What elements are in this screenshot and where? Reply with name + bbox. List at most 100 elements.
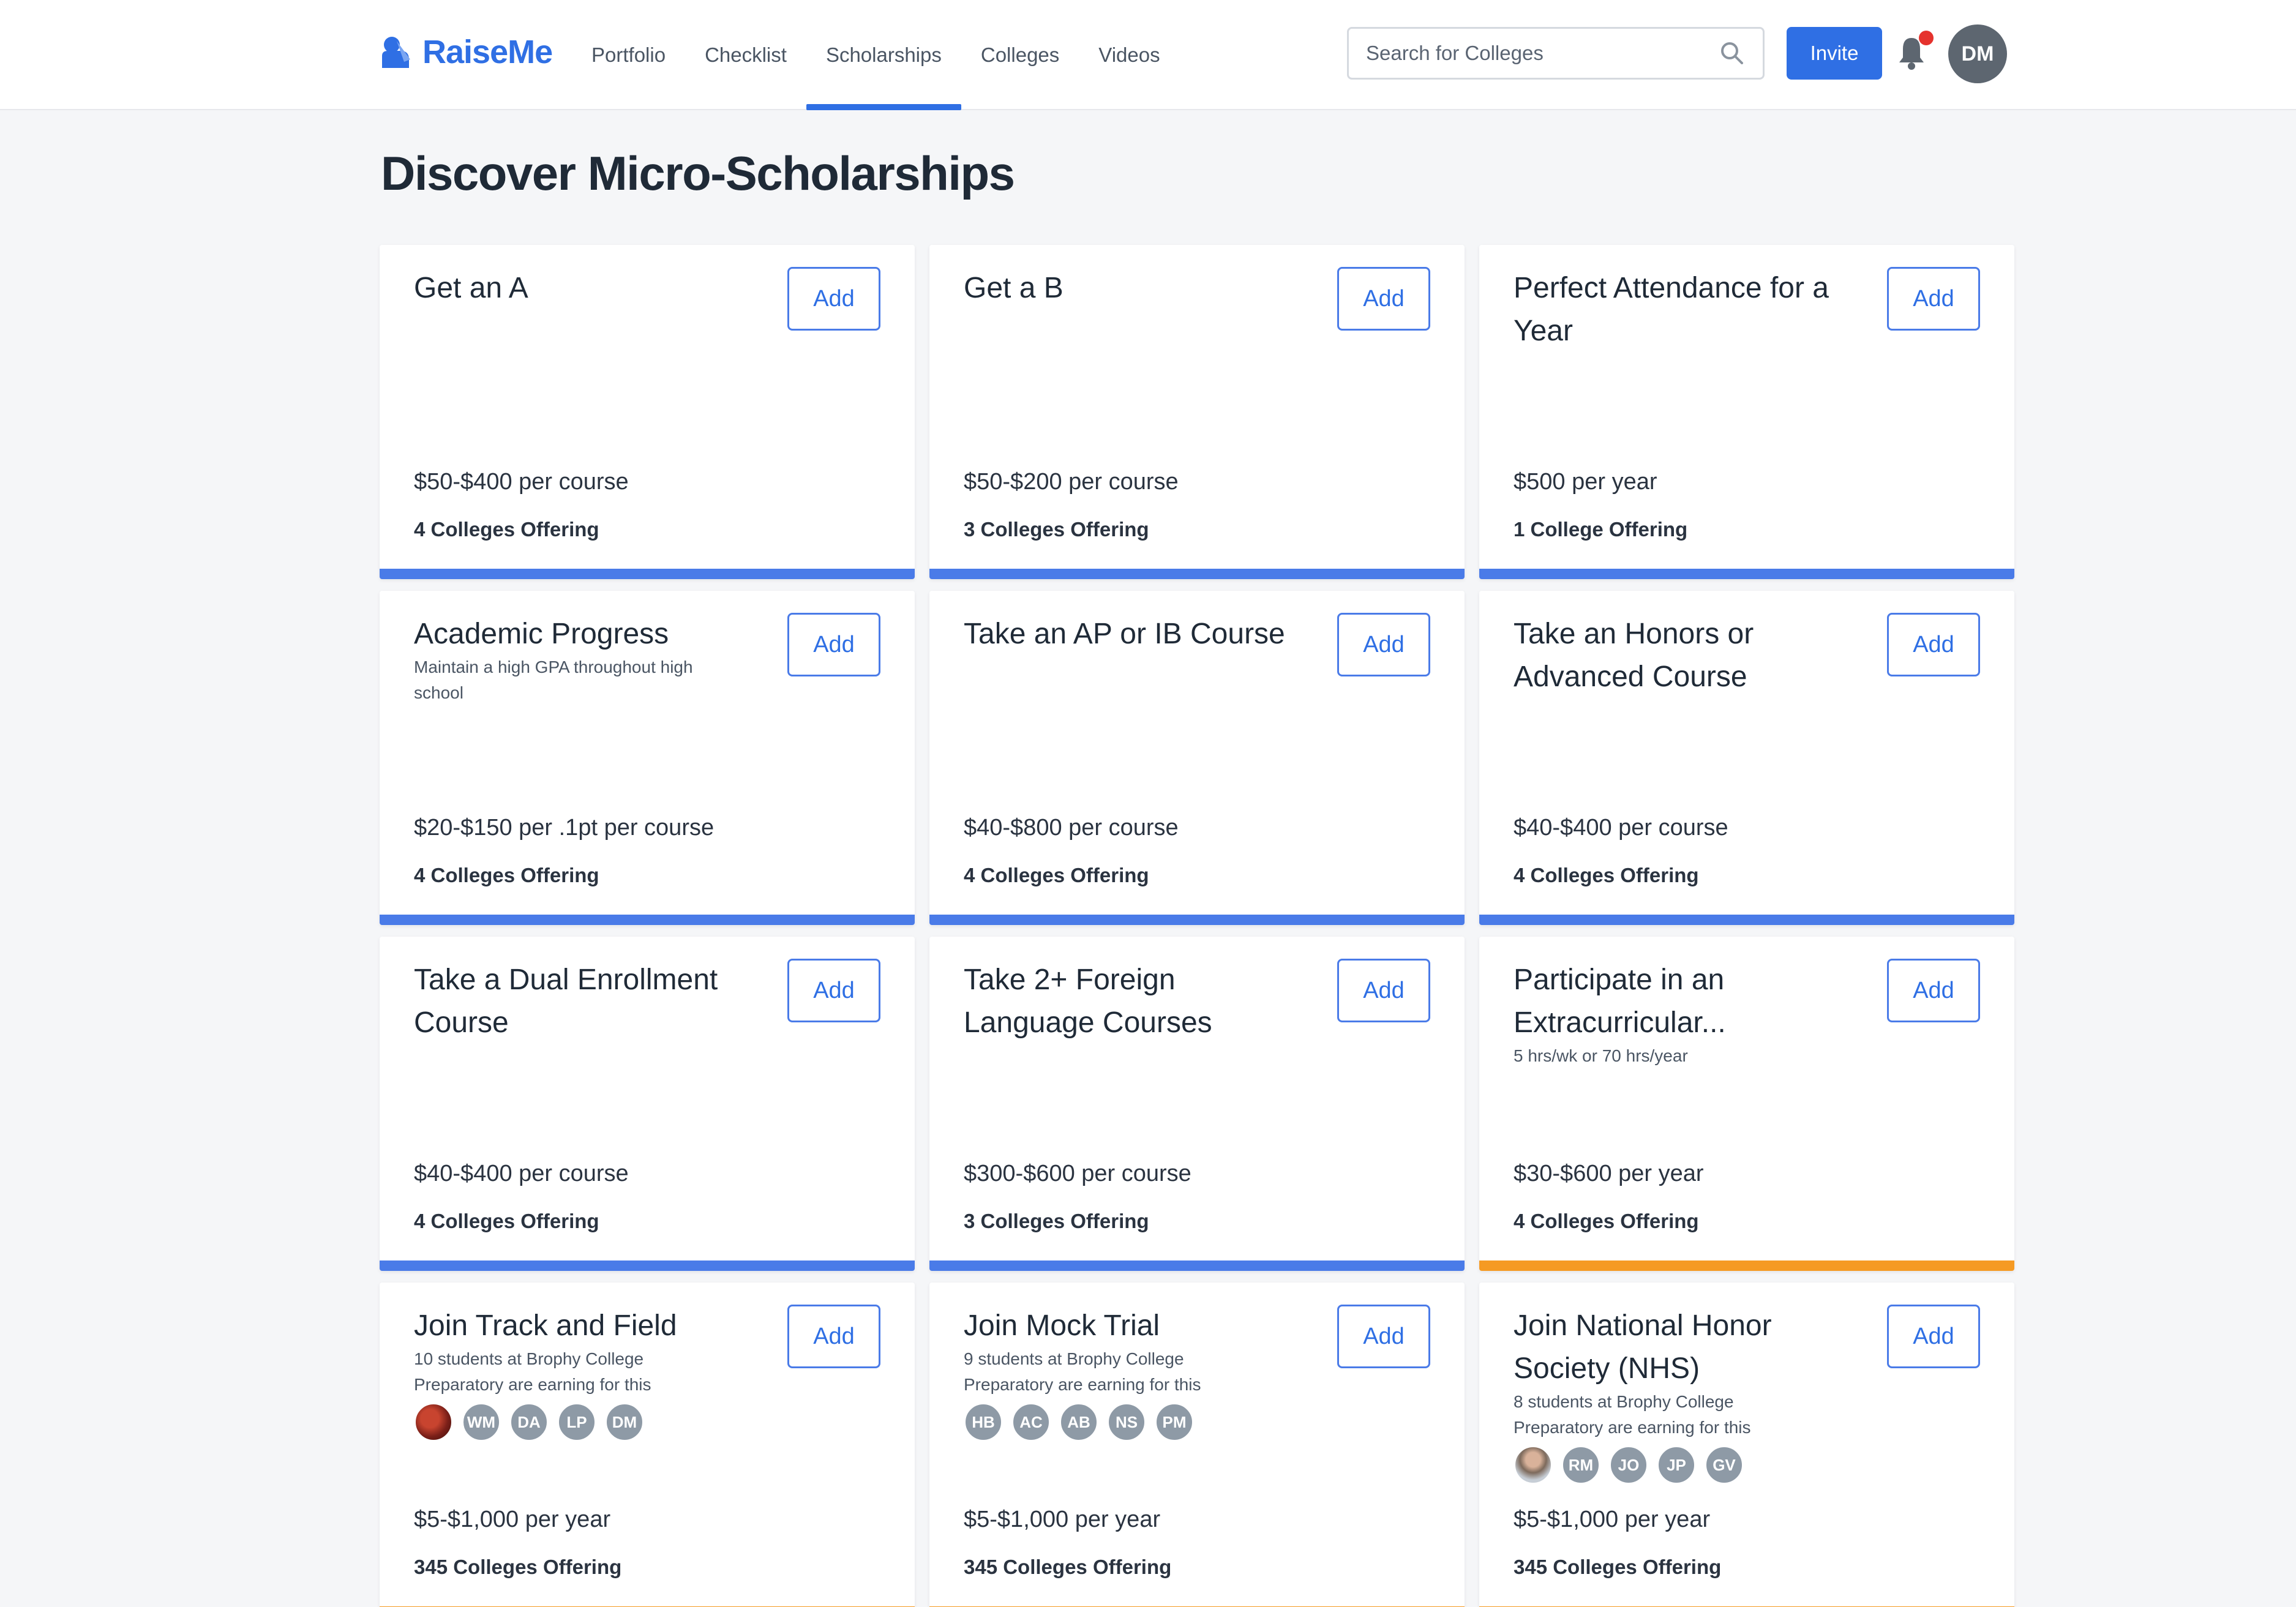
student-avatar: DM <box>605 1403 644 1442</box>
nav-label: Colleges <box>980 43 1060 66</box>
add-button[interactable]: Add <box>787 613 880 676</box>
scholarship-card[interactable]: Participate in an Extracurricular... 5 h… <box>1479 937 2014 1271</box>
card-status-bar <box>380 1261 915 1271</box>
card-amount: $5-$1,000 per year <box>1514 1507 1711 1532</box>
card-subtitle: 8 students at Brophy College Preparatory… <box>1514 1392 1751 1437</box>
nav-label: Portfolio <box>591 43 666 66</box>
card-status-bar <box>929 915 1465 925</box>
card-amount: $40-$800 per course <box>964 815 1179 841</box>
card-colleges-offering: 3 Colleges Offering <box>964 1210 1149 1232</box>
student-avatar: DA <box>509 1403 549 1442</box>
card-amount: $20-$150 per .1pt per course <box>414 815 715 841</box>
card-title: Take an Honors or Advanced Course <box>1514 618 1754 693</box>
student-avatars: WM DA LP DM <box>414 1403 644 1442</box>
card-title: Get an A <box>414 272 528 304</box>
notification-badge <box>1919 31 1934 45</box>
logo-text: RaiseMe <box>422 34 553 70</box>
card-title: Get a B <box>964 272 1064 304</box>
card-status-bar <box>929 1261 1465 1271</box>
scholarship-card[interactable]: Join National Honor Society (NHS) 8 stud… <box>1479 1283 2014 1607</box>
page-title: Discover Micro-Scholarships <box>381 146 1015 200</box>
scholarship-card[interactable]: Join Mock Trial 9 students at Brophy Col… <box>929 1283 1465 1607</box>
student-avatar: JP <box>1657 1445 1696 1485</box>
card-colleges-offering: 4 Colleges Offering <box>414 1210 599 1232</box>
search-icon[interactable] <box>1719 40 1746 67</box>
student-avatar: AB <box>1059 1403 1098 1442</box>
add-button[interactable]: Add <box>787 1305 880 1368</box>
student-avatar: AC <box>1011 1403 1051 1442</box>
card-title: Take an AP or IB Course <box>964 618 1285 650</box>
student-avatar: PM <box>1155 1403 1194 1442</box>
nav-videos[interactable]: Videos <box>1098 0 1160 110</box>
card-colleges-offering: 4 Colleges Offering <box>1514 1210 1699 1232</box>
scholarship-card[interactable]: Academic Progress Maintain a high GPA th… <box>380 591 915 925</box>
raiseme-logo-icon <box>382 37 410 68</box>
card-amount: $50-$400 per course <box>414 469 629 495</box>
add-button[interactable]: Add <box>1887 613 1980 676</box>
search-input[interactable] <box>1366 42 1719 65</box>
add-button[interactable]: Add <box>1337 959 1430 1022</box>
add-button[interactable]: Add <box>787 267 880 331</box>
card-status-bar <box>929 569 1465 579</box>
nav-checklist[interactable]: Checklist <box>705 0 787 110</box>
scholarship-card[interactable]: Take a Dual Enrollment Course Add $40-$4… <box>380 937 915 1271</box>
card-subtitle: 5 hrs/wk or 70 hrs/year <box>1514 1046 1688 1065</box>
card-title: Join National Honor Society (NHS) <box>1514 1309 1772 1385</box>
student-avatar-photo <box>1514 1445 1553 1485</box>
card-status-bar <box>380 569 915 579</box>
search-box[interactable] <box>1347 27 1765 80</box>
card-subtitle: 10 students at Brophy College Preparator… <box>414 1349 651 1394</box>
card-amount: $30-$600 per year <box>1514 1161 1704 1186</box>
add-button[interactable]: Add <box>1337 1305 1430 1368</box>
invite-button[interactable]: Invite <box>1787 27 1882 80</box>
card-title: Take 2+ Foreign Language Courses <box>964 964 1212 1039</box>
add-button[interactable]: Add <box>1337 267 1430 331</box>
card-subtitle: 9 students at Brophy College Preparatory… <box>964 1349 1201 1394</box>
card-colleges-offering: 345 Colleges Offering <box>414 1556 622 1578</box>
add-button[interactable]: Add <box>1337 613 1430 676</box>
student-avatar: HB <box>964 1403 1003 1442</box>
card-amount: $50-$200 per course <box>964 469 1179 495</box>
scholarship-card[interactable]: Take an Honors or Advanced Course Add $4… <box>1479 591 2014 925</box>
nav-label: Scholarships <box>825 43 942 66</box>
card-colleges-offering: 4 Colleges Offering <box>414 864 599 886</box>
student-avatar: RM <box>1561 1445 1600 1485</box>
student-avatar-photo <box>414 1403 453 1442</box>
user-avatar[interactable]: DM <box>1948 24 2007 83</box>
student-avatar: NS <box>1107 1403 1146 1442</box>
add-button[interactable]: Add <box>1887 1305 1980 1368</box>
card-title: Take a Dual Enrollment Course <box>414 964 718 1039</box>
card-colleges-offering: 4 Colleges Offering <box>414 518 599 541</box>
scholarship-card[interactable]: Take 2+ Foreign Language Courses Add $30… <box>929 937 1465 1271</box>
student-avatar: WM <box>462 1403 501 1442</box>
card-status-bar <box>1479 569 2014 579</box>
student-avatars: RM JO JP GV <box>1514 1445 1744 1485</box>
card-status-bar <box>1479 1261 2014 1271</box>
card-subtitle: Maintain a high GPA throughout high scho… <box>414 657 693 702</box>
student-avatar: GV <box>1705 1445 1744 1485</box>
scholarship-card[interactable]: Get a B Add $50-$200 per course 3 Colleg… <box>929 245 1465 579</box>
scholarship-card[interactable]: Join Track and Field 10 students at Brop… <box>380 1283 915 1607</box>
card-amount: $40-$400 per course <box>1514 815 1728 841</box>
add-button[interactable]: Add <box>1887 959 1980 1022</box>
scholarship-card[interactable]: Get an A Add $50-$400 per course 4 Colle… <box>380 245 915 579</box>
card-title: Academic Progress <box>414 618 669 650</box>
top-navigation-bar: RaiseMe Portfolio Checklist Scholarships… <box>0 0 2296 110</box>
scholarship-card[interactable]: Perfect Attendance for a Year Add $500 p… <box>1479 245 2014 579</box>
add-button[interactable]: Add <box>787 959 880 1022</box>
card-colleges-offering: 4 Colleges Offering <box>1514 864 1699 886</box>
raiseme-logo[interactable]: RaiseMe <box>378 31 553 73</box>
scholarship-card[interactable]: Take an AP or IB Course Add $40-$800 per… <box>929 591 1465 925</box>
card-colleges-offering: 345 Colleges Offering <box>964 1556 1172 1578</box>
card-amount: $500 per year <box>1514 469 1657 495</box>
card-status-bar <box>380 915 915 925</box>
nav-scholarships[interactable]: Scholarships <box>806 0 961 110</box>
card-amount: $5-$1,000 per year <box>414 1507 611 1532</box>
add-button[interactable]: Add <box>1887 267 1980 331</box>
main-nav: Portfolio Checklist Scholarships College… <box>591 0 1160 110</box>
scholarship-grid: Get an A Add $50-$400 per course 4 Colle… <box>380 245 2014 1607</box>
nav-colleges[interactable]: Colleges <box>981 0 1059 110</box>
student-avatars: HB AC AB NS PM <box>964 1403 1194 1442</box>
nav-portfolio[interactable]: Portfolio <box>591 0 666 110</box>
card-colleges-offering: 4 Colleges Offering <box>964 864 1149 886</box>
